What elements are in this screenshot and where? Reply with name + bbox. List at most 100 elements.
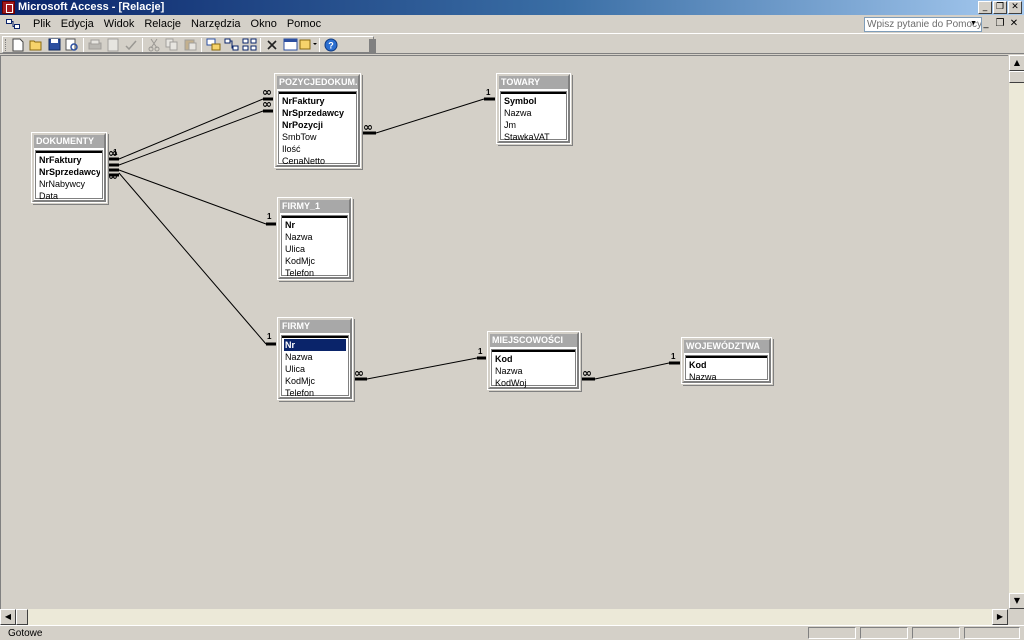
menu-edycja[interactable]: Edycja	[56, 18, 99, 31]
toolbar-options-icon[interactable]	[369, 39, 376, 54]
open-icon[interactable]	[27, 37, 45, 53]
field-list: Kod Nazwa	[685, 355, 768, 383]
show-direct-icon[interactable]	[222, 37, 240, 53]
toolbar-separator	[83, 37, 84, 52]
table-title[interactable]: WOJEWÓDZTWA	[684, 340, 769, 353]
field-nrnabywcy[interactable]: NrNabywcy	[38, 178, 100, 190]
show-all-icon[interactable]	[240, 37, 258, 53]
paste-icon[interactable]	[181, 37, 199, 53]
table-title[interactable]: MIEJSCOWOŚCI	[490, 334, 577, 347]
close-icon[interactable]: ✕	[1008, 1, 1022, 14]
field-nrsprzedawcy[interactable]: NrSprzedawcy	[38, 166, 100, 178]
field-stawkavat[interactable]: StawkaVAT	[503, 131, 564, 143]
field-cenanetto[interactable]: CenaNetto	[281, 155, 354, 167]
field-ulica[interactable]: Ulica	[284, 363, 346, 375]
print-preview-icon[interactable]	[63, 37, 81, 53]
field-symbol[interactable]: Symbol	[503, 95, 564, 107]
toolbar-grip[interactable]	[5, 39, 8, 51]
field-ulica[interactable]: Ulica	[284, 243, 345, 255]
window-controls: _ ❐ ✕	[978, 1, 1022, 14]
help-question-input[interactable]: Wpisz pytanie do Pomocy	[864, 17, 982, 32]
menu-okno[interactable]: Okno	[246, 18, 282, 31]
help-icon[interactable]: ?	[322, 37, 340, 53]
field-nazwa[interactable]: Nazwa	[284, 351, 346, 363]
field-kodwoj[interactable]: KodWoj	[494, 377, 573, 389]
many-label: ∞	[108, 169, 118, 183]
field-nrpozycji[interactable]: NrPozycji	[281, 119, 354, 131]
field-nrfaktury[interactable]: NrFaktury	[38, 154, 100, 166]
horizontal-scroll-thumb[interactable]	[16, 609, 28, 625]
doc-restore-icon[interactable]: ❐	[994, 18, 1006, 30]
field-kodmjc[interactable]: KodMjc	[284, 375, 346, 387]
table-window-dokumenty[interactable]: DOKUMENTY NrFaktury NrSprzedawcy NrNabyw…	[30, 131, 108, 204]
preview-icon[interactable]	[104, 37, 122, 53]
field-kod[interactable]: Kod	[494, 353, 573, 365]
access-window: Microsoft Access - [Relacje] _ ❐ ✕ Plik …	[0, 0, 1024, 640]
menu-widok[interactable]: Widok	[99, 18, 140, 31]
field-nazwa[interactable]: Nazwa	[284, 231, 345, 243]
field-nazwa[interactable]: Nazwa	[494, 365, 573, 377]
field-smbtow[interactable]: SmbTow	[281, 131, 354, 143]
window-title: Microsoft Access - [Relacje]	[18, 1, 165, 13]
table-window-wojewodztwa[interactable]: WOJEWÓDZTWA Kod Nazwa	[680, 336, 773, 385]
table-window-firmy[interactable]: FIRMY Nr Nazwa Ulica KodMjc Telefon	[276, 316, 354, 401]
print-icon[interactable]	[86, 37, 104, 53]
field-nrsprzedawcy[interactable]: NrSprzedawcy	[281, 107, 354, 119]
cut-icon[interactable]	[145, 37, 163, 53]
doc-close-icon[interactable]: ✕	[1008, 18, 1020, 30]
new-object-icon[interactable]	[299, 37, 317, 53]
field-data[interactable]: Data	[38, 190, 100, 202]
table-window-pozycjedokum[interactable]: POZYCJEDOKUM... NrFaktury NrSprzedawcy N…	[273, 72, 362, 169]
vertical-scrollbar[interactable]: ▲ ▼	[1008, 55, 1024, 609]
menu-pomoc[interactable]: Pomoc	[282, 18, 326, 31]
new-icon[interactable]	[9, 37, 27, 53]
table-window-towary[interactable]: TOWARY Symbol Nazwa Jm StawkaVAT	[495, 72, 572, 145]
relationships-canvas[interactable]: 1 1 1 1 1 1 ∞ ∞ ∞ ∞ ∞ ∞ ∞ DOKUMENTY NrFa…	[0, 55, 1008, 609]
minimize-icon[interactable]: _	[978, 1, 992, 14]
field-kodmjc[interactable]: KodMjc	[284, 255, 345, 267]
delete-icon[interactable]	[263, 37, 281, 53]
field-ilosc[interactable]: Ilość	[281, 143, 354, 155]
access-app-icon[interactable]	[2, 1, 15, 14]
field-kod[interactable]: Kod	[688, 359, 765, 371]
menu-relacje[interactable]: Relacje	[139, 18, 186, 31]
help-dropdown-icon[interactable]: ▼	[970, 20, 977, 27]
relationships-doc-icon[interactable]	[6, 18, 20, 30]
scroll-right-icon[interactable]: ▶	[992, 609, 1008, 625]
field-list: NrFaktury NrSprzedawcy NrPozycji SmbTow …	[278, 91, 357, 167]
copy-icon[interactable]	[163, 37, 181, 53]
toolbar-separator	[142, 37, 143, 52]
show-table-icon[interactable]	[204, 37, 222, 53]
vertical-scroll-thumb[interactable]	[1009, 71, 1024, 83]
table-title[interactable]: POZYCJEDOKUM...	[277, 76, 358, 89]
menu-plik[interactable]: Plik	[28, 18, 56, 31]
save-icon[interactable]	[45, 37, 63, 53]
field-nazwa[interactable]: Nazwa	[688, 371, 765, 383]
title-bar: Microsoft Access - [Relacje] _ ❐ ✕	[0, 0, 1024, 15]
doc-minimize-icon[interactable]: _	[980, 18, 992, 30]
field-telefon[interactable]: Telefon	[284, 267, 345, 279]
relation-line	[118, 98, 264, 160]
scroll-left-icon[interactable]: ◀	[0, 609, 16, 625]
spell-icon[interactable]	[122, 37, 140, 53]
field-telefon[interactable]: Telefon	[284, 387, 346, 399]
field-nrfaktury[interactable]: NrFaktury	[281, 95, 354, 107]
horizontal-scrollbar[interactable]: ◀ ▶	[0, 609, 1008, 625]
scroll-down-icon[interactable]: ▼	[1009, 593, 1024, 609]
field-nr[interactable]: Nr	[284, 339, 346, 351]
document-window-controls: _ ❐ ✕	[980, 18, 1020, 30]
menu-narzedzia[interactable]: Narzędzia	[186, 18, 246, 31]
table-title[interactable]: FIRMY	[280, 320, 350, 333]
table-window-firmy-1[interactable]: FIRMY_1 Nr Nazwa Ulica KodMjc Telefon	[276, 196, 353, 281]
table-window-miejscowosci[interactable]: MIEJSCOWOŚCI Kod Nazwa KodWoj	[486, 330, 581, 391]
table-title[interactable]: DOKUMENTY	[34, 135, 104, 148]
scroll-up-icon[interactable]: ▲	[1009, 55, 1024, 71]
database-window-icon[interactable]	[281, 37, 299, 53]
field-jm[interactable]: Jm	[503, 119, 564, 131]
relation-line	[375, 98, 485, 134]
table-title[interactable]: TOWARY	[499, 76, 568, 89]
field-nazwa[interactable]: Nazwa	[503, 107, 564, 119]
table-title[interactable]: FIRMY_1	[280, 200, 349, 213]
restore-icon[interactable]: ❐	[993, 1, 1007, 14]
field-nr[interactable]: Nr	[284, 219, 345, 231]
